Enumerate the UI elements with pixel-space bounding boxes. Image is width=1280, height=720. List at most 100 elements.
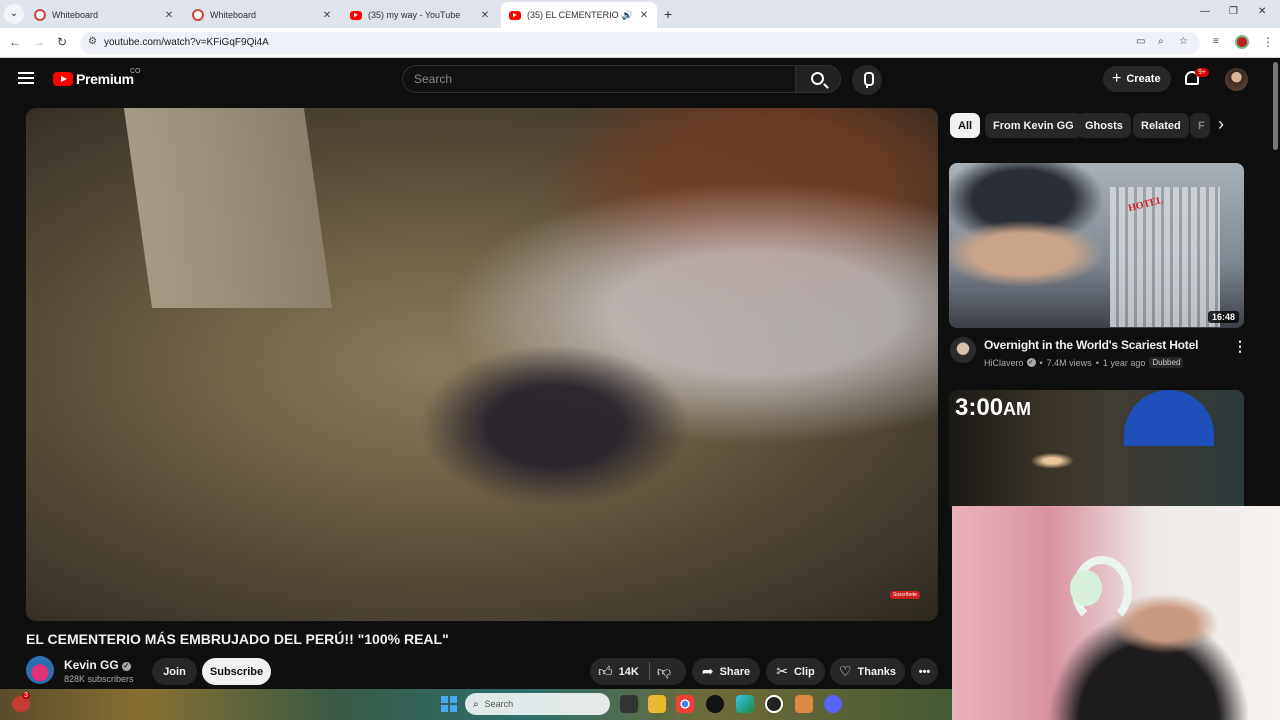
brand-label[interactable]: Premium xyxy=(76,71,134,87)
more-vertical-icon[interactable]: ⋮ xyxy=(1233,338,1247,355)
plus-icon: + xyxy=(1112,70,1122,87)
video-duration: 16:48 xyxy=(1207,311,1239,323)
taskbar-search-label: Search xyxy=(484,699,514,709)
channel-name[interactable]: Kevin GG ✓ xyxy=(64,658,131,672)
tab-whiteboard-2[interactable]: Whiteboard ✕ xyxy=(184,2,340,28)
voice-search-button[interactable] xyxy=(852,65,882,95)
browser-profile-avatar[interactable] xyxy=(1235,35,1249,49)
like-divider xyxy=(649,662,650,680)
close-tab-icon[interactable]: ✕ xyxy=(637,10,651,21)
back-button[interactable]: ← xyxy=(9,35,21,49)
blue-cap-image xyxy=(1124,390,1214,446)
cast-icon[interactable]: ▭ xyxy=(1136,36,1145,47)
thanks-label: Thanks xyxy=(857,665,897,678)
more-actions-button[interactable]: ••• xyxy=(911,658,938,685)
create-label: Create xyxy=(1126,73,1161,85)
audio-playing-icon[interactable]: 🔊 xyxy=(622,10,633,21)
url-text[interactable]: youtube.com/watch?v=KFiGqF9Qi4A xyxy=(104,37,269,48)
share-button[interactable]: ➦ Share xyxy=(692,658,760,685)
search-box xyxy=(402,65,796,93)
site-info-icon[interactable]: ⚙ xyxy=(88,36,97,47)
zoom-icon[interactable]: ⌕ xyxy=(1158,36,1164,47)
scissors-icon: ✂ xyxy=(776,663,788,679)
chip-all[interactable]: All xyxy=(950,113,981,138)
tab-whiteboard-1[interactable]: Whiteboard ✕ xyxy=(26,2,182,28)
join-label: Join xyxy=(163,665,186,678)
account-avatar[interactable] xyxy=(1225,68,1248,91)
channel-avatar[interactable] xyxy=(26,656,54,684)
tab-search-icon[interactable]: ⌄ xyxy=(4,4,24,24)
close-tab-icon[interactable]: ✕ xyxy=(162,10,176,21)
address-bar: ← → ↻ ⚙ youtube.com/watch?v=KFiGqF9Qi4A … xyxy=(0,28,1280,58)
file-explorer-icon[interactable] xyxy=(648,695,666,713)
youtube-header: Premium CO + Create 9+ xyxy=(0,58,1270,102)
chip-truncated[interactable]: F xyxy=(1190,113,1210,138)
browser-menu-icon[interactable]: ⋮ xyxy=(1262,35,1274,49)
media-controls-icon[interactable]: ≡ xyxy=(1213,36,1219,47)
dubbed-badge: Dubbed xyxy=(1149,357,1184,368)
close-tab-icon[interactable]: ✕ xyxy=(320,10,334,21)
chip-label: All xyxy=(958,119,973,132)
close-window-button[interactable]: ✕ xyxy=(1258,6,1266,17)
tab-title: (35) my way - YouTube xyxy=(368,10,461,20)
chip-from-channel[interactable]: From Kevin GG xyxy=(985,113,1082,138)
task-view-icon[interactable] xyxy=(620,695,638,713)
windows-start-icon[interactable] xyxy=(441,696,457,712)
search-button[interactable] xyxy=(795,65,841,93)
close-tab-icon[interactable]: ✕ xyxy=(478,10,492,21)
edge-icon[interactable] xyxy=(736,695,754,713)
hamburger-menu-icon[interactable] xyxy=(18,72,34,84)
channel-name-text[interactable]: Kevin GG xyxy=(64,658,119,672)
recommendation-channel-avatar[interactable] xyxy=(950,337,976,363)
search-input[interactable] xyxy=(403,66,795,92)
recommendation-title[interactable]: Overnight in the World's Scariest Hotel xyxy=(984,338,1198,352)
separator-dot: • xyxy=(1095,357,1099,368)
bookmark-star-icon[interactable]: ☆ xyxy=(1179,36,1188,47)
browser-tab-strip: ⌄ Whiteboard ✕ Whiteboard ✕ (35) my way … xyxy=(0,0,1280,28)
chrome-icon[interactable] xyxy=(676,695,694,713)
new-tab-button[interactable]: + xyxy=(664,6,672,22)
share-arrow-icon: ➦ xyxy=(701,663,714,679)
verified-check-icon: ✓ xyxy=(1026,358,1036,367)
youtube-logo-icon[interactable] xyxy=(53,72,73,86)
tab-title: Whiteboard xyxy=(210,10,257,20)
youtube-favicon-icon xyxy=(509,10,521,20)
video-player[interactable]: Suscríbete xyxy=(26,108,938,621)
join-button[interactable]: Join xyxy=(152,658,197,685)
restore-button[interactable]: ❐ xyxy=(1229,6,1238,17)
more-horizontal-icon: ••• xyxy=(918,665,931,678)
reload-button[interactable]: ↻ xyxy=(57,35,67,49)
subscribe-button[interactable]: Subscribe xyxy=(202,658,271,685)
recommendation-thumbnail[interactable]: HOTEL 16:48 xyxy=(949,163,1244,328)
discord-icon[interactable] xyxy=(824,695,842,713)
chip-related[interactable]: Related xyxy=(1133,113,1189,138)
thumbs-up-icon[interactable]: 👍︎ xyxy=(598,663,613,680)
recommendation-views: 7.4M views xyxy=(1046,357,1092,368)
recommendation-channel[interactable]: HiClavero xyxy=(984,358,1024,368)
tab-title: Whiteboard xyxy=(52,10,99,20)
windows-taskbar: 3 ⌕ Search xyxy=(0,689,952,720)
clip-label: Clip xyxy=(793,665,815,678)
scrollbar-thumb[interactable] xyxy=(1273,62,1278,150)
clip-button[interactable]: ✂ Clip xyxy=(766,658,825,685)
recommendation-thumbnail[interactable]: 3:00AM xyxy=(949,390,1244,508)
taskbar-search[interactable]: ⌕ Search xyxy=(465,693,610,715)
tab-youtube-cementerio[interactable]: (35) EL CEMENTERIO MÁS E 🔊 ✕ xyxy=(501,2,657,28)
omnibox[interactable]: ⚙ youtube.com/watch?v=KFiGqF9Qi4A xyxy=(80,32,1200,54)
like-count[interactable]: 14K xyxy=(619,666,639,678)
app-icon[interactable] xyxy=(706,695,724,713)
subscribe-watermark[interactable]: Suscríbete xyxy=(890,591,920,599)
chip-ghosts[interactable]: Ghosts xyxy=(1077,113,1131,138)
country-code: CO xyxy=(130,68,141,75)
tab-youtube-my-way[interactable]: (35) my way - YouTube ✕ xyxy=(342,2,498,28)
obs-icon[interactable] xyxy=(765,695,783,713)
separator-dot: • xyxy=(1039,357,1043,368)
chevron-right-icon[interactable]: › xyxy=(1218,114,1224,135)
thanks-button[interactable]: ♡ Thanks xyxy=(830,658,905,685)
create-button[interactable]: + Create xyxy=(1103,66,1171,92)
recommendation-meta: HiClavero ✓ • 7.4M views • 1 year ago Du… xyxy=(984,357,1184,368)
minimize-button[interactable]: — xyxy=(1200,6,1210,17)
thumbs-down-icon[interactable]: 👎︎ xyxy=(657,663,671,680)
app-icon[interactable] xyxy=(795,695,813,713)
forward-button[interactable]: → xyxy=(33,35,45,49)
